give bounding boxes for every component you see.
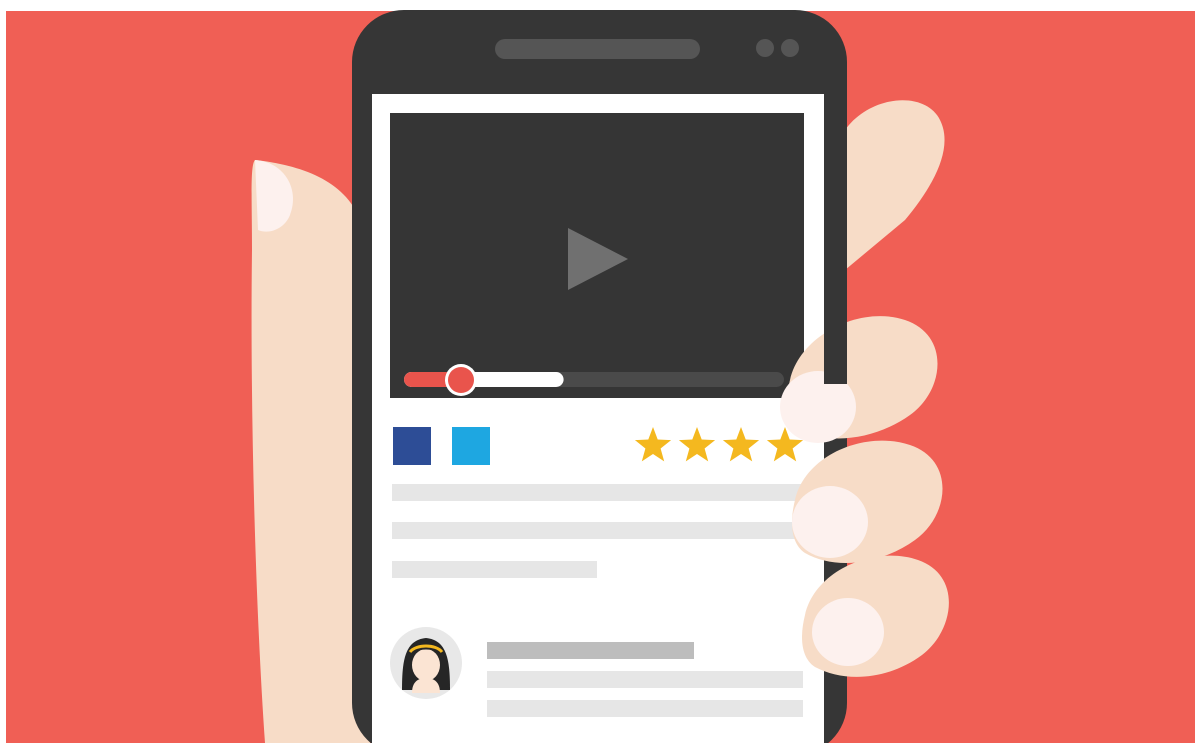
- finger-2-nail: [792, 486, 868, 558]
- comment-text-line: [487, 671, 803, 688]
- phone-edge: [824, 94, 847, 384]
- illustration-canvas: [0, 0, 1195, 748]
- phone-sensor: [756, 39, 774, 57]
- comment-text-line: [487, 700, 803, 717]
- phone: [352, 10, 847, 748]
- mobile-video-illustration: [0, 0, 1195, 748]
- description-line: [392, 561, 597, 578]
- finger-3-nail: [812, 598, 884, 666]
- twitter-icon[interactable]: [452, 427, 490, 465]
- facebook-icon[interactable]: [393, 427, 431, 465]
- description-line: [392, 484, 812, 501]
- video-player[interactable]: [390, 113, 804, 398]
- phone-camera: [781, 39, 799, 57]
- comment-author-line: [487, 642, 694, 659]
- progress-knob[interactable]: [448, 367, 474, 393]
- phone-speaker: [495, 39, 700, 59]
- description-line: [392, 522, 812, 539]
